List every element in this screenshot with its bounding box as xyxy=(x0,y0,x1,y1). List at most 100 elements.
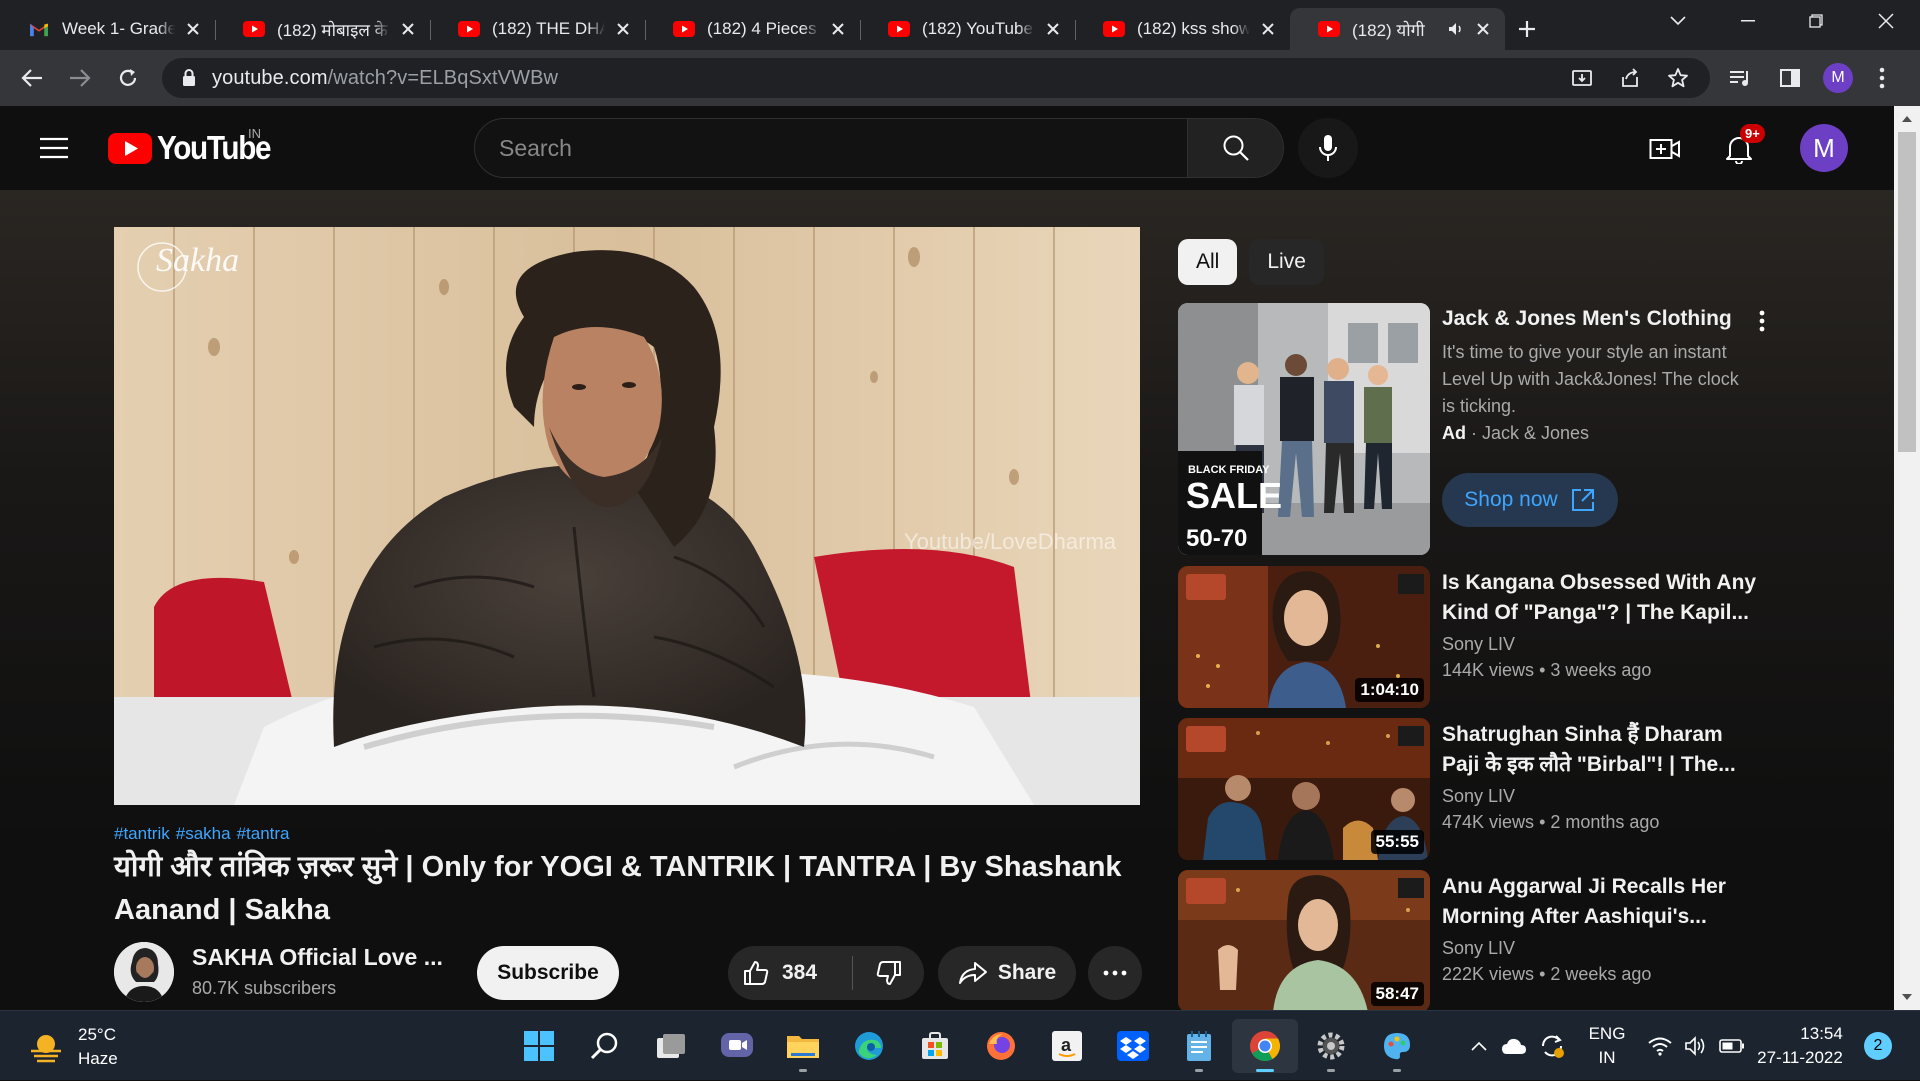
dropbox-button[interactable] xyxy=(1100,1019,1166,1073)
input-language-button[interactable]: ENG IN xyxy=(1572,1022,1642,1070)
scroll-down-arrow[interactable] xyxy=(1894,986,1920,1008)
microsoft-store-button[interactable] xyxy=(902,1019,968,1073)
video-title-link[interactable]: Shatrughan Sinha हैं Dharam Paji के इक ल… xyxy=(1442,720,1760,780)
clock-button[interactable]: 13:54 27-11-2022 xyxy=(1750,1022,1850,1070)
hashtag-link[interactable]: #sakha xyxy=(176,824,231,843)
dislike-button[interactable] xyxy=(853,946,924,1000)
browser-tab[interactable]: (182) मोबाइल के xyxy=(215,8,430,50)
install-app-button[interactable] xyxy=(1558,58,1606,98)
close-icon[interactable] xyxy=(1258,19,1278,39)
amazon-button[interactable]: a xyxy=(1034,1019,1100,1073)
ad-thumbnail[interactable]: BLACK FRIDAY SALE 50-70 xyxy=(1178,303,1430,555)
share-page-button[interactable] xyxy=(1606,58,1654,98)
video-thumbnail[interactable]: 1:04:10 xyxy=(1178,566,1430,708)
guide-menu-button[interactable] xyxy=(34,132,74,164)
show-hidden-icons-button[interactable] xyxy=(1462,1041,1496,1051)
scroll-up-arrow[interactable] xyxy=(1894,108,1920,130)
address-bar[interactable]: youtube.com/watch?v=ELBqSxtVWBw xyxy=(162,58,1710,98)
firefox-button[interactable] xyxy=(968,1019,1034,1073)
close-icon[interactable] xyxy=(183,19,203,39)
onedrive-button[interactable] xyxy=(1496,1037,1532,1055)
video-title-link[interactable]: Is Kangana Obsessed With Any Kind Of "Pa… xyxy=(1442,568,1760,628)
ad-menu-button[interactable] xyxy=(1750,303,1774,339)
wifi-status[interactable] xyxy=(1642,1036,1678,1056)
new-tab-button[interactable] xyxy=(1505,8,1549,50)
weather-widget[interactable]: 25°C Haze xyxy=(28,1023,118,1071)
video-thumbnail[interactable]: 55:55 xyxy=(1178,718,1430,860)
settings-button[interactable] xyxy=(1298,1019,1364,1073)
subscribe-button[interactable]: Subscribe xyxy=(477,946,619,1000)
channel-name[interactable]: SAKHA Official Love ... xyxy=(192,944,443,971)
create-button[interactable] xyxy=(1642,126,1688,172)
paint-button[interactable] xyxy=(1364,1019,1430,1073)
teams-chat-button[interactable] xyxy=(704,1019,770,1073)
battery-status[interactable] xyxy=(1714,1039,1750,1053)
tab-search-button[interactable] xyxy=(1650,0,1706,42)
task-view-button[interactable] xyxy=(638,1019,704,1073)
hashtag-link[interactable]: #tantrik xyxy=(114,824,170,843)
scrollbar-thumb[interactable] xyxy=(1898,132,1916,452)
recommended-video[interactable]: 1:04:10 Is Kangana Obsessed With Any Kin… xyxy=(1178,566,1778,708)
notifications-button[interactable]: 9+ xyxy=(1716,124,1765,172)
profile-button[interactable]: M xyxy=(1814,58,1862,98)
more-actions-button[interactable] xyxy=(1088,946,1142,1000)
ad-card[interactable]: BLACK FRIDAY SALE 50-70 Jack & Jones Men… xyxy=(1178,303,1778,557)
lock-icon[interactable] xyxy=(180,68,200,88)
close-icon[interactable] xyxy=(1473,19,1493,39)
voice-search-button[interactable] xyxy=(1298,118,1358,178)
account-avatar[interactable]: M xyxy=(1800,124,1848,172)
hashtag-link[interactable]: #tantra xyxy=(237,824,290,843)
like-button[interactable]: 384 xyxy=(728,946,852,1000)
browser-tab[interactable]: (182) 4 Pieces I xyxy=(645,8,860,50)
channel-avatar[interactable] xyxy=(114,942,174,1002)
chip-live[interactable]: Live xyxy=(1249,239,1324,285)
search-input[interactable] xyxy=(475,119,1187,177)
hamburger-icon xyxy=(40,137,68,159)
close-window-button[interactable] xyxy=(1858,0,1914,42)
reload-button[interactable] xyxy=(104,58,152,98)
sync-status-button[interactable] xyxy=(1532,1033,1572,1059)
close-icon[interactable] xyxy=(398,19,418,39)
recommended-video[interactable]: 55:55 Shatrughan Sinha हैं Dharam Paji क… xyxy=(1178,718,1778,860)
channel-name[interactable]: Sony LIV xyxy=(1442,786,1515,807)
video-title-link[interactable]: Anu Aggarwal Ji Recalls Her Morning Afte… xyxy=(1442,872,1760,932)
minimize-button[interactable] xyxy=(1720,0,1776,42)
media-control-button[interactable] xyxy=(1716,58,1764,98)
notification-center-badge[interactable]: 2 xyxy=(1864,1032,1892,1060)
ad-title[interactable]: Jack & Jones Men's Clothing xyxy=(1442,307,1732,331)
edge-button[interactable] xyxy=(836,1019,902,1073)
close-icon[interactable] xyxy=(1043,19,1063,39)
view-count: 144K views xyxy=(1442,660,1535,680)
video-thumbnail[interactable]: 58:47 xyxy=(1178,870,1430,1010)
search-button[interactable] xyxy=(1187,119,1283,177)
notepad-button[interactable] xyxy=(1166,1019,1232,1073)
channel-name[interactable]: Sony LIV xyxy=(1442,634,1515,655)
video-player[interactable]: Sakha Youtube/LoveDharma xyxy=(114,227,1140,805)
file-explorer-button[interactable] xyxy=(770,1019,836,1073)
browser-tab[interactable]: (182) YouTube xyxy=(860,8,1075,50)
page-scrollbar[interactable] xyxy=(1894,106,1920,1010)
shop-now-button[interactable]: Shop now xyxy=(1442,473,1618,527)
browser-tab-active[interactable]: (182) योगी xyxy=(1290,8,1505,50)
recommended-video[interactable]: 58:47 Anu Aggarwal Ji Recalls Her Mornin… xyxy=(1178,870,1778,1010)
forward-button[interactable] xyxy=(56,58,104,98)
speaker-icon[interactable] xyxy=(1447,20,1465,38)
browser-tab[interactable]: Week 1- Grade xyxy=(0,8,215,50)
start-button[interactable] xyxy=(506,1019,572,1073)
restore-button[interactable] xyxy=(1788,0,1844,42)
volume-status[interactable] xyxy=(1678,1036,1714,1056)
close-icon[interactable] xyxy=(828,19,848,39)
taskbar-search-button[interactable] xyxy=(572,1019,638,1073)
chip-all[interactable]: All xyxy=(1178,239,1238,285)
youtube-logo[interactable]: YouTube IN xyxy=(108,126,283,168)
bookmark-button[interactable] xyxy=(1654,58,1702,98)
side-panel-button[interactable] xyxy=(1766,58,1814,98)
back-button[interactable] xyxy=(8,58,56,98)
chrome-menu-button[interactable] xyxy=(1862,58,1902,98)
browser-tab[interactable]: (182) THE DHA xyxy=(430,8,645,50)
channel-name[interactable]: Sony LIV xyxy=(1442,938,1515,959)
close-icon[interactable] xyxy=(613,19,633,39)
share-button[interactable]: Share xyxy=(938,946,1076,1000)
browser-tab[interactable]: (182) kss show xyxy=(1075,8,1290,50)
chrome-button[interactable] xyxy=(1232,1019,1298,1073)
